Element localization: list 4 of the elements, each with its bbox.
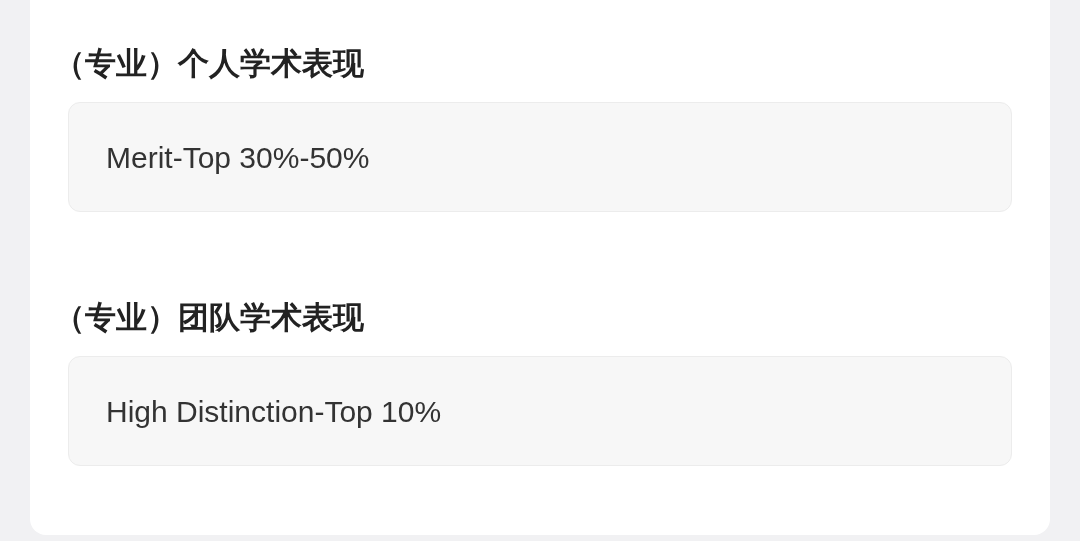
answer-field: Merit-Top 30%-50% <box>68 102 1012 212</box>
section-heading: （专业）个人学术表现 <box>54 45 364 83</box>
section-heading: （专业）团队学术表现 <box>54 299 364 337</box>
answer-field: High Distinction-Top 10% <box>68 356 1012 466</box>
